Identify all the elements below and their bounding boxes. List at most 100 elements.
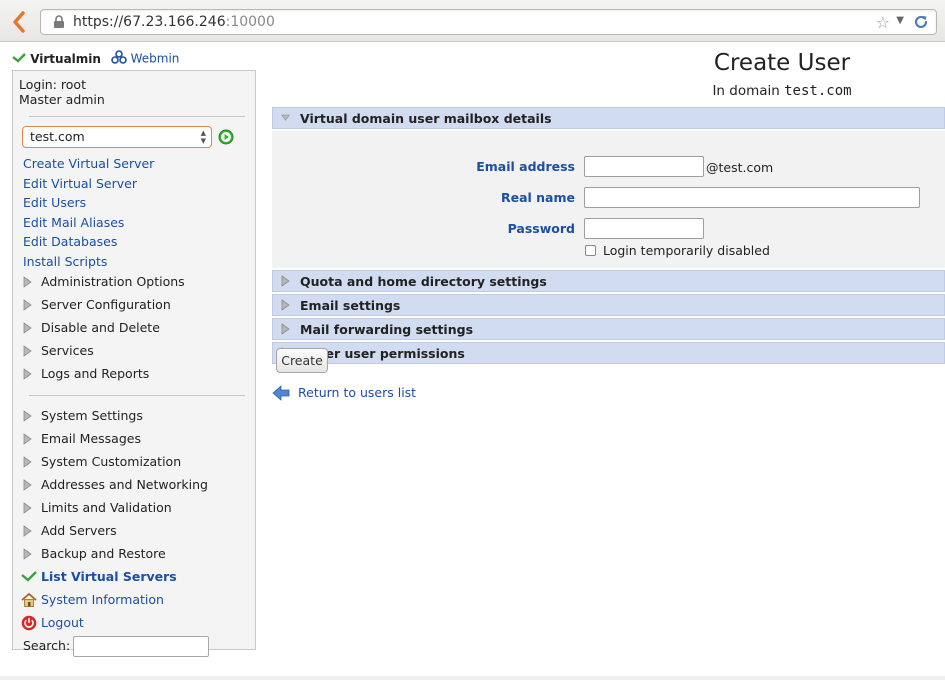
expand-triangle-icon <box>281 275 290 287</box>
window-bottom-edge <box>0 676 945 680</box>
checkmark-icon <box>21 571 37 582</box>
category-label: Logs and Reports <box>41 366 150 381</box>
login-info: Login: root <box>19 77 86 92</box>
url-bar[interactable]: https://67.23.166.246:10000 ☆ ▼ <box>40 9 937 35</box>
url-port: :10000 <box>225 14 275 30</box>
category-label: Disable and Delete <box>41 320 160 335</box>
page-subtitle: In domain test.com <box>620 83 944 99</box>
left-nav-panel: Login: root Master admin test.com ▲ ▼ Cre… <box>12 70 256 657</box>
email-domain-suffix: @test.com <box>706 160 774 175</box>
realname-row: Real name <box>272 187 945 209</box>
password-label: Password <box>507 221 575 236</box>
search-label: Search: <box>23 638 71 653</box>
expand-triangle-icon <box>23 548 32 560</box>
category-label: Add Servers <box>41 523 117 538</box>
expand-triangle-icon <box>23 410 32 422</box>
category-services[interactable]: Services <box>19 340 255 363</box>
category-logs-and-reports[interactable]: Logs and Reports <box>19 363 255 386</box>
category-label: Services <box>41 343 94 358</box>
expand-triangle-icon <box>23 433 32 445</box>
expand-triangle-icon <box>23 525 32 537</box>
nav-link-install-scripts[interactable]: Install Scripts <box>19 252 255 272</box>
reload-icon[interactable] <box>912 13 930 31</box>
login-disabled-checkbox[interactable] <box>585 245 596 256</box>
nav-link-create-virtual-server[interactable]: Create Virtual Server <box>19 154 255 174</box>
category-administration-options[interactable]: Administration Options <box>19 271 255 294</box>
email-input[interactable] <box>584 156 704 177</box>
chevron-down-icon[interactable]: ▼ <box>896 15 904 26</box>
nav-list-virtual-servers[interactable]: List Virtual Servers <box>19 566 255 589</box>
category-label: System Customization <box>41 454 182 469</box>
category-label: Backup and Restore <box>41 546 166 561</box>
bookmark-star-icon[interactable]: ☆ <box>876 13 890 32</box>
virtualmin-check-icon <box>12 52 30 66</box>
webmin-tab[interactable]: Webmin <box>131 52 180 66</box>
category-label: Administration Options <box>41 274 185 289</box>
section-quota-home[interactable]: Quota and home directory settings <box>272 270 945 292</box>
section-mailbox-details[interactable]: Virtual domain user mailbox details <box>272 107 945 129</box>
category-label: Email Messages <box>41 431 141 446</box>
expand-triangle-icon <box>23 322 32 334</box>
home-icon <box>21 592 37 607</box>
login-disabled-row: Login temporarily disabled <box>585 242 770 258</box>
divider <box>29 395 245 396</box>
expand-triangle-icon <box>23 479 32 491</box>
expand-triangle-icon <box>23 456 32 468</box>
category-system-customization[interactable]: System Customization <box>19 451 255 474</box>
nav-link-edit-users[interactable]: Edit Users <box>19 193 255 213</box>
url-text[interactable]: https://67.23.166.246:10000 <box>73 14 275 30</box>
logout-label: Logout <box>41 615 84 630</box>
email-row: Email address @test.com <box>272 156 945 178</box>
select-arrows-icon: ▲ ▼ <box>200 129 206 145</box>
role-info: Master admin <box>19 92 105 107</box>
nav-link-edit-mail-aliases[interactable]: Edit Mail Aliases <box>19 213 255 233</box>
realname-input[interactable] <box>584 187 920 208</box>
back-arrow-icon[interactable] <box>8 10 32 34</box>
go-play-icon[interactable] <box>218 129 234 145</box>
category-label: Limits and Validation <box>41 500 172 515</box>
section-email-settings[interactable]: Email settings <box>272 294 945 316</box>
email-label: Email address <box>476 159 575 174</box>
nav-link-edit-databases[interactable]: Edit Databases <box>19 232 255 252</box>
expand-triangle-icon <box>281 323 290 335</box>
category-addresses-and-networking[interactable]: Addresses and Networking <box>19 474 255 497</box>
return-to-users-link[interactable]: Return to users list <box>298 385 416 400</box>
category-disable-and-delete[interactable]: Disable and Delete <box>19 317 255 340</box>
section-mail-forwarding[interactable]: Mail forwarding settings <box>272 318 945 340</box>
subtitle-prefix: In domain <box>712 83 780 99</box>
collapse-triangle-icon <box>281 114 290 121</box>
back-arrow-icon <box>272 385 290 401</box>
mailbox-details-body: Email address @test.com Real name Passwo… <box>272 131 945 268</box>
password-input[interactable] <box>584 218 704 239</box>
expand-triangle-icon <box>23 299 32 311</box>
category-email-messages[interactable]: Email Messages <box>19 428 255 451</box>
domain-select[interactable]: test.com ▲ ▼ <box>22 126 212 148</box>
expand-triangle-icon <box>23 368 32 380</box>
nav-link-edit-virtual-server[interactable]: Edit Virtual Server <box>19 174 255 194</box>
section-other-permissions[interactable]: Other user permissions <box>272 342 945 364</box>
create-user-form: Virtual domain user mailbox details Emai… <box>272 107 945 366</box>
category-backup-and-restore[interactable]: Backup and Restore <box>19 543 255 566</box>
virtualmin-tab[interactable]: Virtualmin <box>30 52 101 66</box>
lock-icon <box>54 15 64 28</box>
section-title: Mail forwarding settings <box>300 322 474 337</box>
domain-selector-row: test.com ▲ ▼ <box>22 126 255 150</box>
category-system-settings[interactable]: System Settings <box>19 405 255 428</box>
category-add-servers[interactable]: Add Servers <box>19 520 255 543</box>
category-server-configuration[interactable]: Server Configuration <box>19 294 255 317</box>
system-information-label: System Information <box>41 592 164 607</box>
create-button[interactable]: Create <box>276 348 328 373</box>
login-disabled-label: Login temporarily disabled <box>602 243 770 258</box>
section-title: Email settings <box>300 298 401 313</box>
expand-triangle-icon <box>23 502 32 514</box>
realname-label: Real name <box>500 190 575 205</box>
expand-triangle-icon <box>23 345 32 357</box>
nav-logout[interactable]: Logout <box>19 612 255 635</box>
section-title: Quota and home directory settings <box>300 274 547 289</box>
nav-system-information[interactable]: System Information <box>19 589 255 612</box>
search-input[interactable] <box>73 636 209 657</box>
url-host: https://67.23.166.246 <box>73 14 226 30</box>
category-limits-and-validation[interactable]: Limits and Validation <box>19 497 255 520</box>
section-title: Virtual domain user mailbox details <box>300 111 552 126</box>
left-frame-header: Virtualmin Webmin <box>12 50 179 70</box>
